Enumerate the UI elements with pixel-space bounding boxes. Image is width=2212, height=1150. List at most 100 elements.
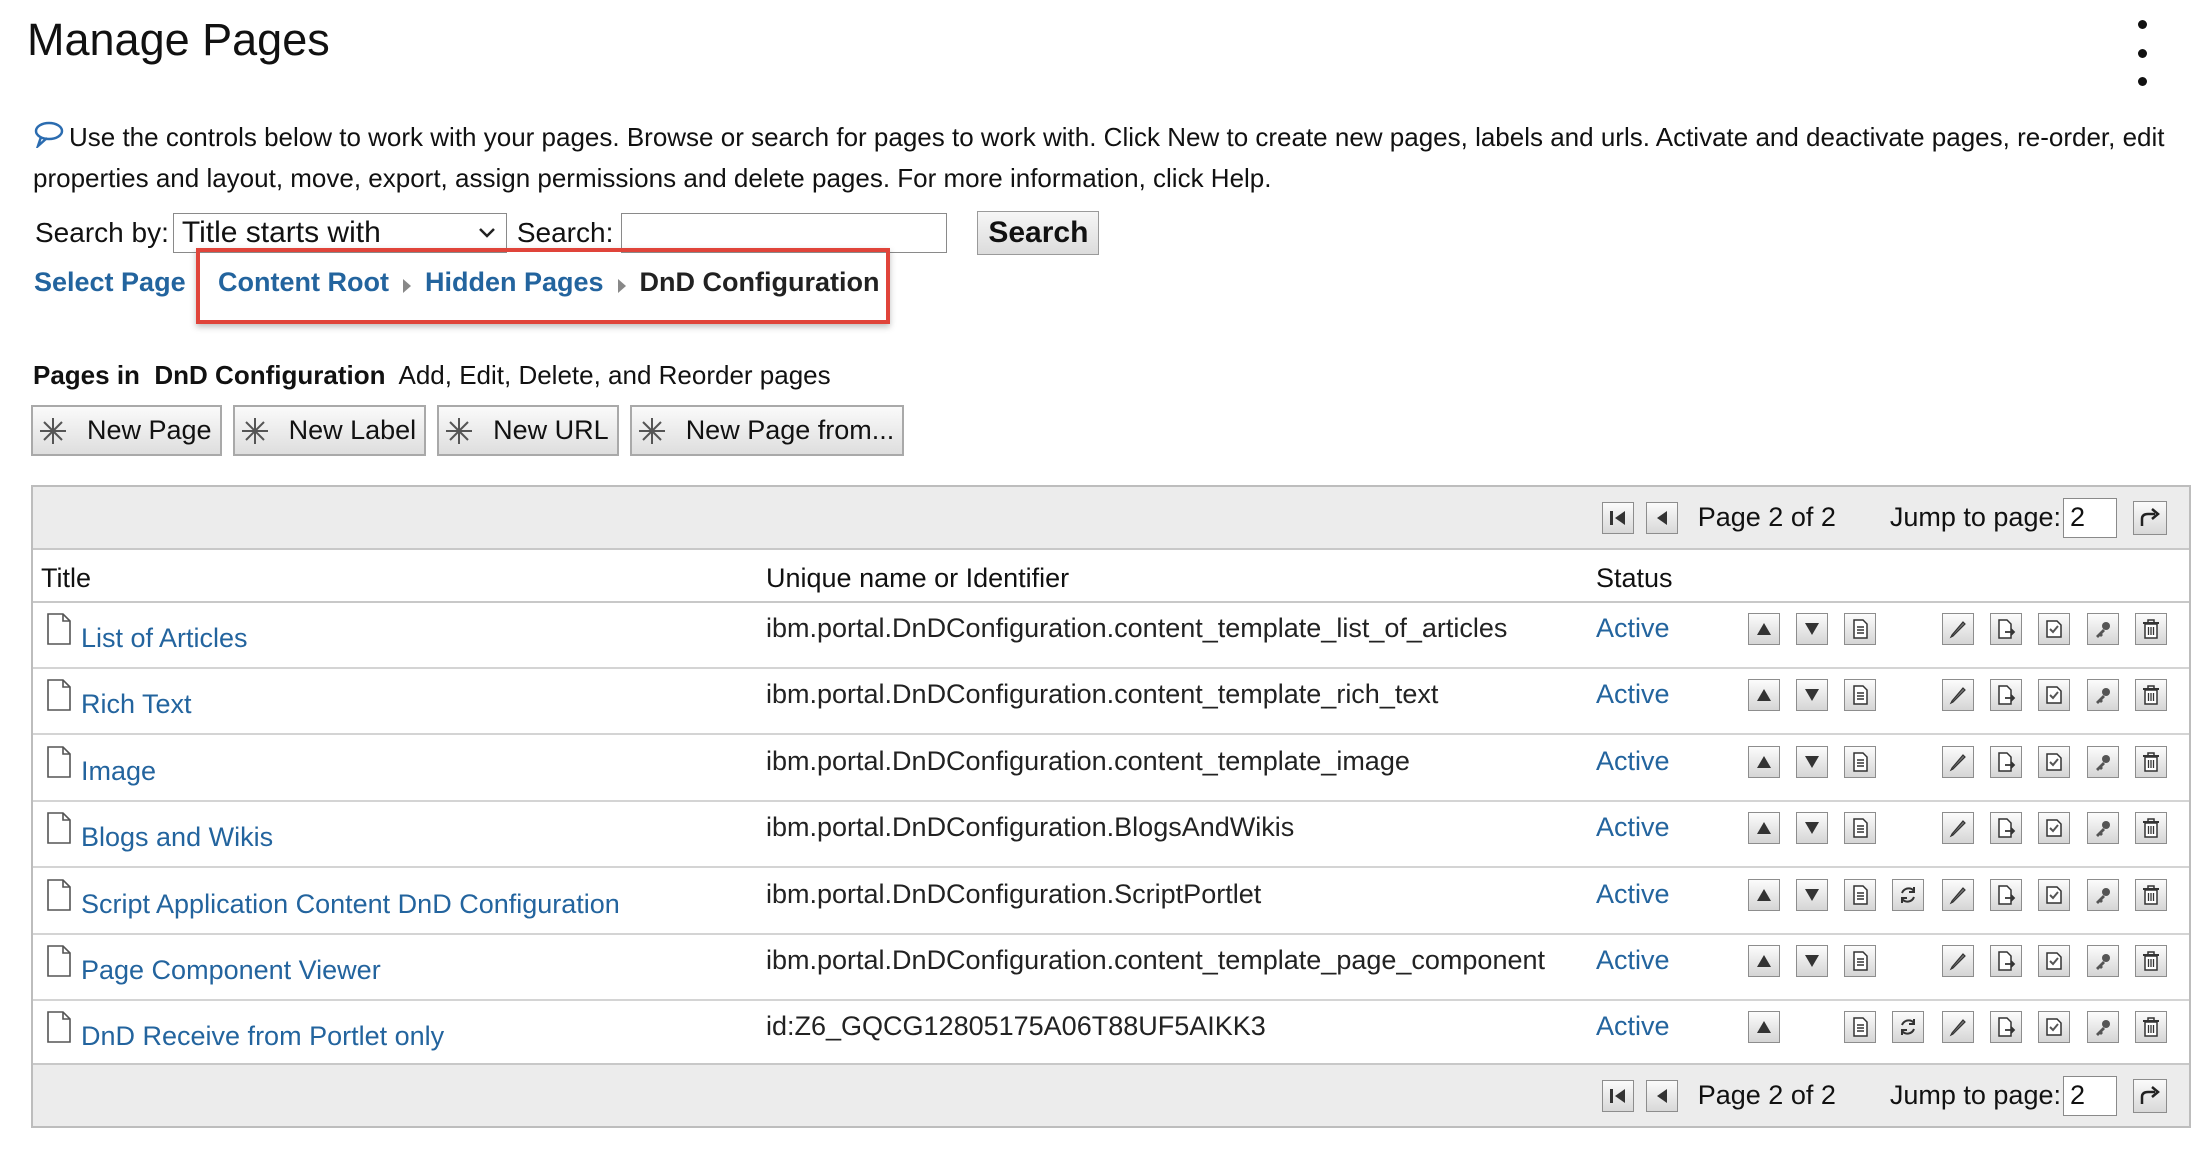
more-vertical-icon[interactable]	[2132, 20, 2152, 86]
page-title-link[interactable]: Image	[81, 756, 156, 787]
export-button[interactable]	[1990, 746, 2022, 778]
move-down-button[interactable]	[1796, 746, 1828, 778]
export-button[interactable]	[1990, 879, 2022, 911]
move-up-button[interactable]	[1748, 613, 1780, 645]
move-up-button[interactable]	[1748, 945, 1780, 977]
properties-button[interactable]	[1844, 1011, 1876, 1043]
move-down-button[interactable]	[1796, 945, 1828, 977]
permissions-button[interactable]	[2087, 746, 2119, 778]
move-page-icon	[1898, 885, 1918, 905]
status-link[interactable]: Active	[1596, 613, 1670, 644]
edit-button[interactable]	[1942, 613, 1974, 645]
activate-button[interactable]	[2038, 1011, 2070, 1043]
move-down-button[interactable]	[1796, 812, 1828, 844]
edit-button[interactable]	[1942, 679, 1974, 711]
properties-icon	[1851, 619, 1869, 639]
activate-button[interactable]	[2038, 879, 2070, 911]
jump-to-page-input[interactable]: 2	[2063, 1075, 2117, 1116]
search-button[interactable]: Search	[977, 211, 1100, 255]
breadcrumb-item-content-root[interactable]: Content Root	[218, 267, 389, 298]
export-button[interactable]	[1990, 812, 2022, 844]
edit-button[interactable]	[1942, 879, 1974, 911]
move-down-button[interactable]	[1796, 679, 1828, 711]
properties-button[interactable]	[1844, 746, 1876, 778]
export-button[interactable]	[1990, 945, 2022, 977]
page-identifier: ibm.portal.DnDConfiguration.content_temp…	[766, 746, 1410, 776]
properties-button[interactable]	[1844, 879, 1876, 911]
move-page-button[interactable]	[1892, 879, 1924, 911]
edit-button[interactable]	[1942, 945, 1974, 977]
move-up-icon	[1755, 952, 1773, 970]
page-title-link[interactable]: Rich Text	[81, 689, 192, 720]
permissions-icon	[2093, 619, 2113, 639]
activate-button[interactable]	[2038, 679, 2070, 711]
delete-button[interactable]	[2135, 746, 2167, 778]
page-title-link[interactable]: Script Application Content DnD Configura…	[81, 889, 620, 920]
status-link[interactable]: Active	[1596, 812, 1670, 843]
move-down-button[interactable]	[1796, 613, 1828, 645]
delete-button[interactable]	[2135, 1011, 2167, 1043]
first-page-button[interactable]	[1601, 501, 1634, 534]
go-button[interactable]	[2133, 500, 2167, 535]
new-page-button[interactable]: New Page	[31, 405, 222, 456]
previous-page-button[interactable]	[1645, 1079, 1678, 1112]
edit-button[interactable]	[1942, 812, 1974, 844]
activate-button[interactable]	[2038, 812, 2070, 844]
properties-button[interactable]	[1844, 812, 1876, 844]
move-down-button[interactable]	[1796, 879, 1828, 911]
delete-button[interactable]	[2135, 679, 2167, 711]
move-down-icon	[1803, 686, 1821, 704]
breadcrumb-item-hidden-pages[interactable]: Hidden Pages	[425, 267, 604, 298]
permissions-button[interactable]	[2087, 679, 2119, 711]
move-page-button[interactable]	[1892, 1011, 1924, 1043]
delete-icon	[2142, 1017, 2160, 1037]
permissions-button[interactable]	[2087, 879, 2119, 911]
activate-button[interactable]	[2038, 613, 2070, 645]
status-link[interactable]: Active	[1596, 879, 1670, 910]
activate-button[interactable]	[2038, 746, 2070, 778]
permissions-button[interactable]	[2087, 613, 2119, 645]
search-input[interactable]	[621, 213, 948, 253]
delete-button[interactable]	[2135, 945, 2167, 977]
go-button[interactable]	[2133, 1078, 2167, 1113]
page-title-link[interactable]: DnD Receive from Portlet only	[81, 1021, 444, 1052]
export-button[interactable]	[1990, 679, 2022, 711]
properties-button[interactable]	[1844, 945, 1876, 977]
move-up-button[interactable]	[1748, 879, 1780, 911]
delete-button[interactable]	[2135, 879, 2167, 911]
new-url-button[interactable]: New URL	[437, 405, 619, 456]
permissions-button[interactable]	[2087, 1011, 2119, 1043]
help-bubble-icon[interactable]	[33, 120, 65, 159]
edit-button[interactable]	[1942, 746, 1974, 778]
activate-icon	[2044, 951, 2064, 971]
permissions-button[interactable]	[2087, 812, 2119, 844]
status-link[interactable]: Active	[1596, 1011, 1670, 1042]
move-up-button[interactable]	[1748, 746, 1780, 778]
first-page-button[interactable]	[1601, 1079, 1634, 1112]
status-link[interactable]: Active	[1596, 679, 1670, 710]
new-page-from-button[interactable]: New Page from...	[629, 405, 905, 456]
search-by-select[interactable]: Title starts with	[172, 213, 507, 253]
page-title-link[interactable]: Blogs and Wikis	[81, 822, 273, 853]
move-up-button[interactable]	[1748, 679, 1780, 711]
page-title-link[interactable]: Page Component Viewer	[81, 955, 381, 986]
select-page-link[interactable]: Select Page	[34, 267, 186, 298]
page-title-link[interactable]: List of Articles	[81, 623, 248, 654]
status-link[interactable]: Active	[1596, 746, 1670, 777]
jump-to-page-input[interactable]: 2	[2063, 497, 2117, 538]
delete-button[interactable]	[2135, 613, 2167, 645]
activate-button[interactable]	[2038, 945, 2070, 977]
properties-button[interactable]	[1844, 613, 1876, 645]
delete-button[interactable]	[2135, 812, 2167, 844]
previous-page-button[interactable]	[1645, 501, 1678, 534]
permissions-button[interactable]	[2087, 945, 2119, 977]
export-button[interactable]	[1990, 613, 2022, 645]
page-identifier: ibm.portal.DnDConfiguration.content_temp…	[766, 679, 1439, 709]
export-button[interactable]	[1990, 1011, 2022, 1043]
move-up-button[interactable]	[1748, 1011, 1780, 1043]
move-up-button[interactable]	[1748, 812, 1780, 844]
edit-button[interactable]	[1942, 1011, 1974, 1043]
new-label-button[interactable]: New Label	[232, 405, 427, 456]
status-link[interactable]: Active	[1596, 945, 1670, 976]
properties-button[interactable]	[1844, 679, 1876, 711]
